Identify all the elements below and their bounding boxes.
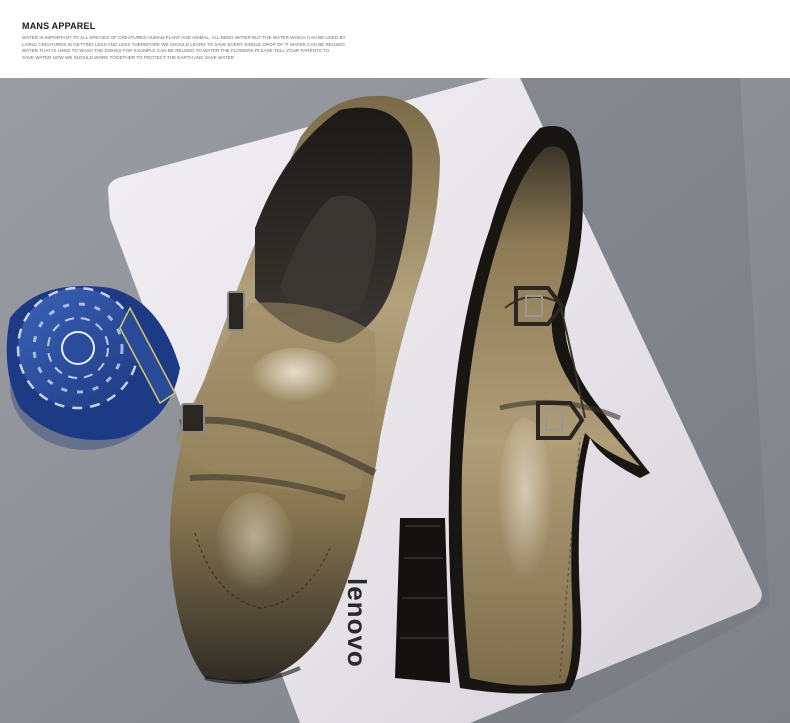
header-description: WATER IS IMPORTANT TO ALL SPECIES OF CRE… <box>22 35 382 61</box>
description-line: WATER THAT IS USED TO WASH THE DISHES FO… <box>22 48 330 54</box>
description-line: WATER IS IMPORTANT TO ALL SPECIES OF CRE… <box>22 35 346 40</box>
brand-title: MANS APPAREL <box>22 21 96 31</box>
product-photo-canvas: lenovo <box>0 78 790 723</box>
description-line: LIVING CREATURES IS GETTING LESS AND LES… <box>22 41 345 47</box>
product-photo: lenovo <box>0 78 790 723</box>
laptop-brand-logo: lenovo <box>342 578 372 668</box>
description-line: SAVE WATER NOW WE SHOULD WORK TOGETHER T… <box>22 54 235 60</box>
header-banner: MANS APPAREL WATER IS IMPORTANT TO ALL S… <box>0 0 790 78</box>
